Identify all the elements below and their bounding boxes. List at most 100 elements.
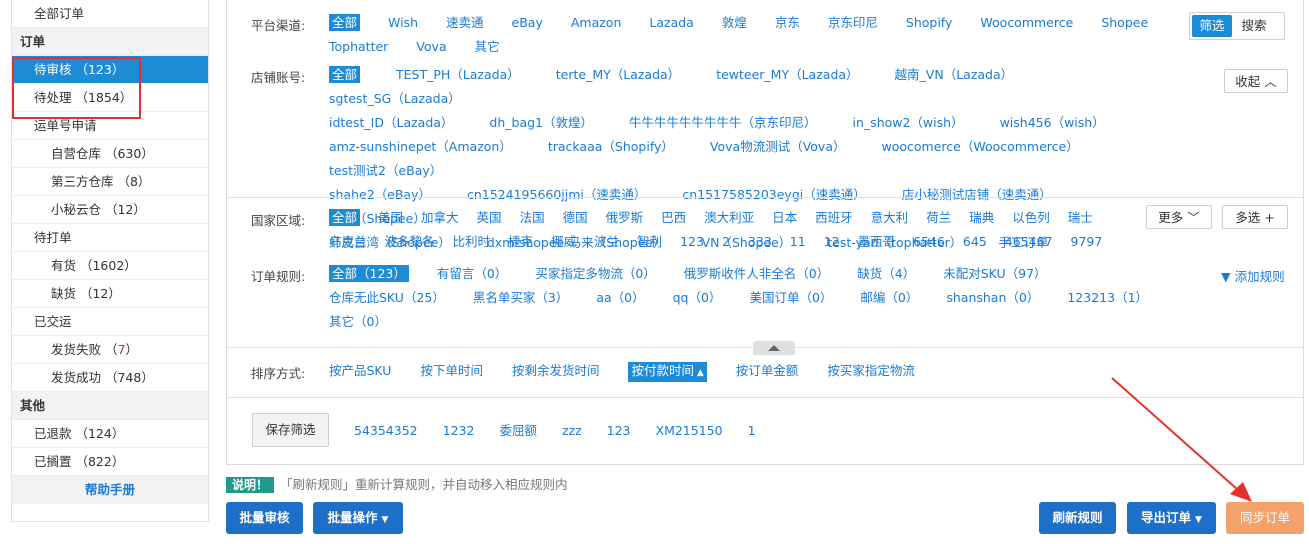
sidebar-item-to-print[interactable]: 待打单 xyxy=(12,224,208,252)
store-option[interactable]: 牛牛牛牛牛牛牛牛牛（京东印尼） xyxy=(629,111,817,135)
rule-option[interactable]: 123213（1） xyxy=(1067,286,1148,310)
platform-option[interactable]: 速卖通 xyxy=(446,11,484,35)
rule-option[interactable]: 全部（123） xyxy=(329,265,409,282)
country-option[interactable]: 9797 xyxy=(1071,230,1103,254)
platform-option[interactable]: Lazada xyxy=(649,11,693,35)
sidebar-item-refunded[interactable]: 已退款 （124） xyxy=(12,420,208,448)
country-option[interactable]: 全部 xyxy=(329,209,361,226)
sidebar-item-in-stock[interactable]: 有货 （1602） xyxy=(12,252,208,280)
rule-option[interactable]: 未配对SKU（97） xyxy=(943,262,1046,286)
country-option[interactable]: 6546 xyxy=(913,230,945,254)
store-option[interactable]: test测试2（eBay） xyxy=(329,159,442,183)
sort-option[interactable]: 按买家指定物流 xyxy=(827,359,915,383)
rule-option[interactable]: 买家指定多物流（0） xyxy=(535,262,655,286)
country-option[interactable]: 智利 xyxy=(637,230,662,254)
country-option[interactable]: 法国 xyxy=(520,206,545,230)
store-option[interactable]: dh_bag1（敦煌） xyxy=(489,111,593,135)
saved-filter-option[interactable]: zzz xyxy=(562,419,582,443)
batch-review-button[interactable]: 批量审核 xyxy=(226,502,303,534)
sidebar-item-cloud-warehouse[interactable]: 小秘云仓 （12） xyxy=(12,196,208,224)
platform-option[interactable]: 京东 xyxy=(775,11,800,35)
store-option[interactable]: in_show2（wish） xyxy=(853,111,964,135)
store-option[interactable]: shahe2（eBay） xyxy=(329,183,431,207)
country-option[interactable]: 美国 xyxy=(378,206,403,230)
rule-option[interactable]: qq（0） xyxy=(673,286,722,310)
store-option[interactable]: cn1517585203eygi（速卖通） xyxy=(682,183,865,207)
sort-option[interactable]: 按下单时间 xyxy=(420,359,483,383)
sidebar-item-all-orders[interactable]: 全部订单 xyxy=(12,0,208,28)
country-option[interactable]: 瑞士 xyxy=(1068,206,1093,230)
rule-option[interactable]: 黑名单买家（3） xyxy=(473,286,568,310)
country-option[interactable]: 巴西 xyxy=(661,206,686,230)
store-option[interactable]: amz-sunshinepet（Amazon） xyxy=(329,135,512,159)
refresh-rules-button[interactable]: 刷新规则 xyxy=(1039,502,1116,534)
multi-select-button[interactable]: 多选 + xyxy=(1222,205,1288,229)
platform-option[interactable]: 其它 xyxy=(475,35,500,59)
collapse-button[interactable]: 收起 ︿ xyxy=(1224,69,1288,93)
country-option[interactable]: 加拿大 xyxy=(421,206,459,230)
sidebar-item-shelved[interactable]: 已搁置 （822） xyxy=(12,448,208,476)
store-option[interactable]: woocomerce（Woocommerce） xyxy=(881,135,1078,159)
platform-option[interactable]: Vova xyxy=(416,35,446,59)
sort-option[interactable]: 按产品SKU xyxy=(329,359,391,383)
store-option[interactable]: wish456（wish） xyxy=(1000,111,1105,135)
store-option[interactable]: 越南_VN（Lazada） xyxy=(895,63,1014,87)
more-button[interactable]: 更多 ﹀ xyxy=(1146,205,1212,229)
country-option[interactable]: 墨西哥 xyxy=(858,230,896,254)
country-option[interactable]: 12 xyxy=(824,230,840,254)
rule-option[interactable]: 美国订单（0） xyxy=(749,286,832,310)
rule-option[interactable]: shanshan（0） xyxy=(946,286,1039,310)
store-option[interactable]: Vova物流测试（Vova） xyxy=(710,135,846,159)
store-option[interactable]: TEST_PH（Lazada） xyxy=(396,63,520,87)
sync-orders-button[interactable]: 同步订单 xyxy=(1226,502,1304,534)
saved-filter-option[interactable]: 委屈额 xyxy=(499,419,537,443)
saved-filter-option[interactable]: 1232 xyxy=(443,419,475,443)
rule-option[interactable]: 邮编（0） xyxy=(860,286,918,310)
platform-option[interactable]: eBay xyxy=(512,11,543,35)
store-option[interactable]: terte_MY（Lazada） xyxy=(556,63,680,87)
country-option[interactable]: 333 xyxy=(748,230,772,254)
platform-option[interactable]: Shopify xyxy=(906,11,953,35)
platform-option[interactable]: Wish xyxy=(388,11,418,35)
platform-option[interactable]: Shopee xyxy=(1101,11,1148,35)
batch-ops-button[interactable]: 批量操作 ▼ xyxy=(313,502,403,534)
country-option[interactable]: 德国 xyxy=(563,206,588,230)
store-option[interactable]: tewteer_MY（Lazada） xyxy=(716,63,858,87)
toggle-filter-button[interactable]: 筛选 xyxy=(1192,15,1232,37)
rule-option[interactable]: 仓库无此SKU（25） xyxy=(329,286,445,310)
country-option[interactable]: 乌克兰 xyxy=(329,230,367,254)
country-option[interactable]: 比利时 xyxy=(453,230,491,254)
sort-option[interactable]: 按付款时间 ▲ xyxy=(628,362,707,382)
country-option[interactable]: 波多黎各 xyxy=(385,230,435,254)
add-rule-link[interactable]: ▼ 添加规则 xyxy=(1221,266,1285,285)
store-option[interactable]: trackaaa（Shopify） xyxy=(548,135,674,159)
sidebar-item-third-warehouse[interactable]: 第三方仓库 （8） xyxy=(12,168,208,196)
country-option[interactable]: 荷兰 xyxy=(926,206,951,230)
sidebar-item-ship-fail[interactable]: 发货失败 （7） xyxy=(12,336,208,364)
store-option[interactable]: 全部 xyxy=(329,66,361,83)
country-option[interactable]: 捷克 xyxy=(508,230,533,254)
sidebar-item-shipped[interactable]: 已交运 xyxy=(12,308,208,336)
collapse-tab-icon[interactable] xyxy=(753,341,795,355)
country-option[interactable]: 日本 xyxy=(772,206,797,230)
toggle-search-button[interactable]: 搜索 xyxy=(1232,15,1276,37)
export-orders-button[interactable]: 导出订单 ▼ xyxy=(1127,502,1216,534)
help-manual-link[interactable]: 帮助手册 xyxy=(12,476,208,504)
store-option[interactable]: sgtest_SG（Lazada） xyxy=(329,87,461,111)
saved-filter-option[interactable]: 54354352 xyxy=(354,419,418,443)
saved-filter-option[interactable]: 1 xyxy=(748,419,756,443)
platform-option[interactable]: 全部 xyxy=(329,14,361,31)
country-option[interactable]: 西班牙 xyxy=(815,206,853,230)
country-option[interactable]: 465467 xyxy=(1005,230,1053,254)
sidebar-item-waybill-apply[interactable]: 运单号申请 xyxy=(12,112,208,140)
country-option[interactable]: 澳大利亚 xyxy=(704,206,754,230)
sort-option[interactable]: 按订单金额 xyxy=(736,359,799,383)
platform-option[interactable]: 京东印尼 xyxy=(828,11,878,35)
rule-option[interactable]: 俄罗斯收件人非全名（0） xyxy=(684,262,829,286)
rule-option[interactable]: aa（0） xyxy=(596,286,644,310)
save-filter-button[interactable]: 保存筛选 xyxy=(252,413,329,447)
platform-option[interactable]: Amazon xyxy=(571,11,622,35)
sort-option[interactable]: 按剩余发货时间 xyxy=(512,359,600,383)
country-option[interactable]: 波兰 xyxy=(594,230,619,254)
store-option[interactable]: idtest_ID（Lazada） xyxy=(329,111,453,135)
